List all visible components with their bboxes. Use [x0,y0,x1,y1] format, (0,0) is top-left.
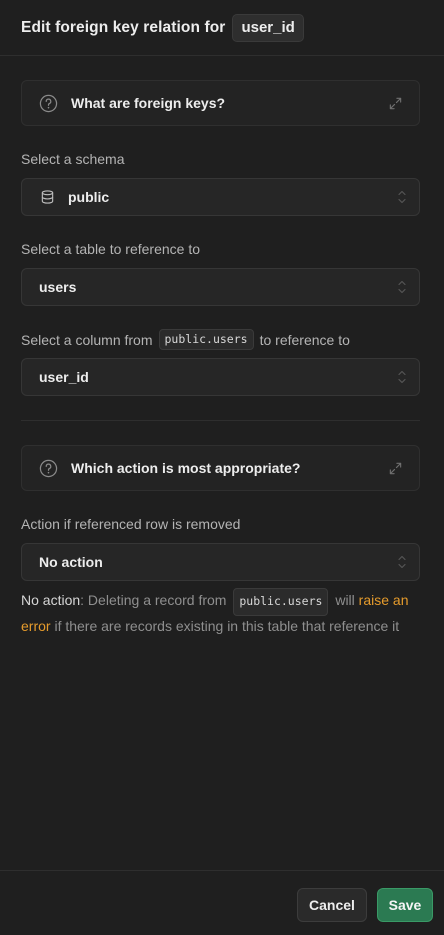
accordion-label: What are foreign keys? [71,95,226,111]
accordion-label: Which action is most appropriate? [71,460,301,476]
table-select[interactable]: users [21,268,420,306]
question-circle-icon [39,94,58,112]
panel-footer: Cancel Save [0,870,444,935]
description-strong: No action [21,592,81,608]
expand-icon[interactable] [388,96,403,111]
description-text-2: will [335,592,355,608]
section-divider [21,420,420,421]
table-label-text: Select a table to reference to [21,241,200,257]
description-text-1: : Deleting a record from [80,592,227,608]
column-value: user_id [39,369,89,385]
chevron-up-down-icon [398,280,406,294]
schema-value: public [68,189,110,205]
action-select[interactable]: No action [21,543,420,581]
chevron-up-down-icon [398,370,406,384]
action-label: Action if referenced row is removed [21,516,240,532]
column-name-chip: user_id [232,13,304,42]
schema-label-text: Select a schema [21,151,125,167]
column-label-prefix: Select a column from [21,331,153,348]
chevron-up-down-icon [398,555,406,569]
table-value: users [39,279,77,295]
panel-title: Edit foreign key relation for [21,18,226,36]
action-label-text: Action if referenced row is removed [21,516,241,532]
action-info-accordion[interactable]: Which action is most appropriate? [21,445,420,491]
foreign-key-panel: Edit foreign key relation for user_id Wh… [0,0,444,935]
table-label: Select a table to reference to [21,241,200,257]
question-circle-icon [39,459,58,477]
description-code: public.users [233,588,329,616]
chevron-up-down-icon [398,190,406,204]
schema-label: Select a schema [21,151,125,167]
action-value: No action [39,554,103,570]
column-select[interactable]: user_id [21,358,420,396]
foreign-keys-info-accordion[interactable]: What are foreign keys? [21,80,420,126]
save-button[interactable]: Save [377,888,433,922]
description-text-3: if there are records existing in this ta… [54,618,400,634]
action-description: No action: Deleting a record from public… [21,588,423,637]
schema-select[interactable]: public [21,178,420,216]
column-label-suffix: to reference to [259,331,350,348]
column-label: Select a column from public.users to ref… [21,329,350,350]
expand-icon[interactable] [388,461,403,476]
database-icon [41,190,54,204]
cancel-button[interactable]: Cancel [297,888,367,922]
panel-header: Edit foreign key relation for user_id [0,0,444,56]
column-label-code: public.users [158,329,254,350]
